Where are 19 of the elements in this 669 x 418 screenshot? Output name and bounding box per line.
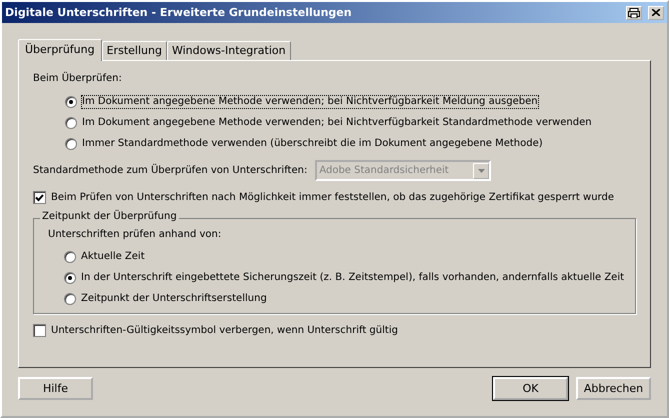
- ok-button[interactable]: OK: [493, 377, 568, 400]
- section-label: Beim Überprüfen:: [33, 73, 123, 85]
- option-label: Zeitpunkt der Unterschriftserstellung: [81, 292, 267, 304]
- option-label: Im Dokument angegebene Methode verwenden; bei Nichtverfügbarkeit Standardmethode verwenden: [82, 116, 592, 128]
- option-label: Immer Standardmethode verwenden (überschreibt die im Dokument angegebene Methode): [82, 138, 543, 150]
- group-title: Zeitpunkt der Überprüfung: [40, 211, 179, 223]
- option-label: In der Unterschrift eingebettete Sicherungszeit (z. B. Zeitstempel), falls vorhanden, andernfalls aktuelle Zeit: [81, 272, 624, 284]
- option-label: Aktuelle Zeit: [81, 250, 145, 262]
- window-title: Digitale Unterschriften - Erweiterte Grundeinstellungen: [5, 6, 353, 20]
- field-label: Standardmethode zum Überprüfen von Unterschriften:: [33, 164, 308, 176]
- checkbox-label: Beim Prüfen von Unterschriften nach Möglichkeit immer feststellen, ob das zugehörige Zertifikat gesperrt wurde: [51, 192, 614, 204]
- section-label: Unterschriften prüfen anhand von:: [48, 229, 222, 241]
- help-button[interactable]: Hilfe: [18, 377, 93, 400]
- tab[interactable]: Überprüfung: [18, 39, 102, 61]
- cancel-button[interactable]: Abbrechen: [576, 377, 651, 400]
- tab[interactable]: Windows-Integration: [166, 41, 291, 60]
- option-label: Im Dokument angegebene Methode verwenden; bei Nichtverfügbarkeit Meldung ausgeben: [82, 96, 538, 108]
- checkbox-label: Unterschriften-Gültigkeitssymbol verbergen, wenn Unterschrift gültig: [51, 324, 398, 336]
- tab[interactable]: Erstellung: [102, 41, 167, 60]
